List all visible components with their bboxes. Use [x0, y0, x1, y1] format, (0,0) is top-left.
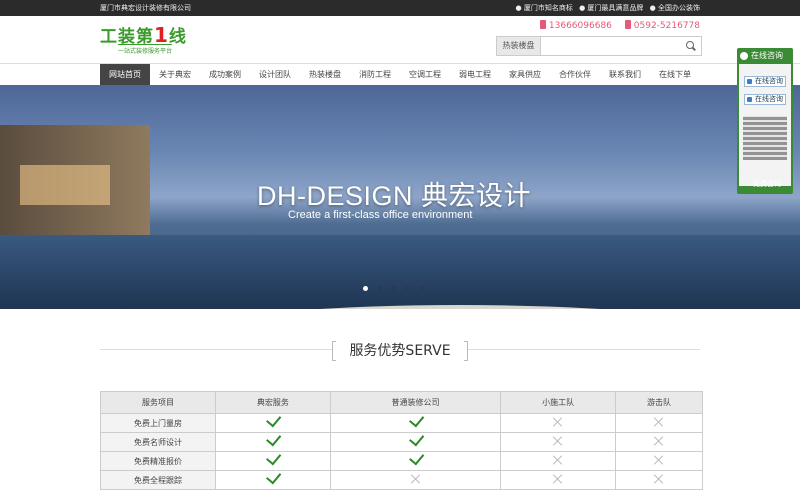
nav-item[interactable]: 网站首页 — [100, 64, 150, 86]
table-cell — [500, 413, 616, 433]
site-logo[interactable]: 工装第1线 一站式装修服务平台 — [100, 22, 210, 56]
table-cell — [215, 449, 331, 471]
check-icon — [409, 411, 425, 427]
search-icon[interactable] — [685, 40, 697, 52]
telephone-icon — [624, 20, 631, 29]
badge-brand: ● 厦门最具满意品牌 — [579, 4, 644, 12]
table-cell — [500, 470, 616, 490]
cross-icon — [553, 417, 563, 427]
banner-building-image — [0, 125, 150, 245]
badge-national: ● 全国办公装饰 — [649, 4, 700, 12]
slide-indicators — [363, 286, 433, 291]
check-icon — [266, 411, 282, 427]
nav-item[interactable]: 弱电工程 — [450, 64, 500, 86]
online-consult-panel: 在线咨询 在线咨询 在线咨询 免费咨询 — [737, 48, 793, 194]
nav-item[interactable]: 热装楼盘 — [300, 64, 350, 86]
search-input[interactable] — [542, 37, 682, 55]
check-icon — [266, 430, 282, 446]
nav-item[interactable]: 合作伙伴 — [550, 64, 600, 86]
qr-code-image — [743, 116, 787, 160]
table-cell — [615, 432, 703, 452]
nav-item[interactable]: 消防工程 — [350, 64, 400, 86]
table-header-cell: 小施工队 — [500, 391, 616, 414]
consult-header: 在线咨询 — [737, 48, 793, 64]
hot-projects-tab[interactable]: 热装楼盘 — [497, 37, 541, 55]
table-cell — [329, 430, 502, 452]
nav-item[interactable]: 家具供应 — [500, 64, 550, 86]
tel-phone: 0592-5216778 — [624, 20, 700, 31]
check-icon — [266, 468, 282, 484]
slide-dot[interactable] — [405, 286, 410, 291]
table-row: 免费名师设计 — [100, 430, 703, 452]
check-icon — [266, 449, 282, 465]
table-cell — [215, 430, 331, 452]
service-item-label: 免费名师设计 — [100, 432, 216, 452]
banner-title: DH-DESIGN 典宏设计 — [257, 181, 532, 211]
nav-item[interactable]: 设计团队 — [250, 64, 300, 86]
table-cell — [500, 451, 616, 471]
header: 工装第1线 一站式装修服务平台 13666096686 0592-5216778… — [0, 16, 800, 62]
table-header-cell: 服务项目 — [100, 391, 216, 414]
table-cell — [329, 411, 502, 433]
free-consult-link[interactable]: 免费咨询 — [739, 178, 791, 190]
mobile-icon — [539, 20, 546, 29]
table-cell — [215, 468, 331, 490]
table-header-cell: 典宏服务 — [215, 391, 331, 414]
main-nav: 网站首页 关于典宏 成功案例 设计团队 热装楼盘 消防工程 空调工程 弱电工程 家具供应 合作伙伴… — [0, 63, 800, 86]
slide-dot[interactable] — [391, 286, 396, 291]
service-item-label: 免费上门量房 — [100, 413, 216, 433]
contact-phones: 13666096686 0592-5216778 — [530, 20, 700, 31]
company-name: 厦门市典宏设计装修有限公司 — [100, 4, 191, 12]
table-cell — [329, 449, 502, 471]
nav-item[interactable]: 联系我们 — [600, 64, 650, 86]
slide-dot[interactable] — [363, 286, 368, 291]
qq-consult-button-2[interactable]: 在线咨询 — [744, 94, 786, 105]
cross-icon — [553, 455, 563, 465]
cross-icon — [654, 417, 664, 427]
service-item-label: 免费精准报价 — [100, 451, 216, 471]
section-title: 服务优势SERVE — [332, 340, 468, 361]
badge-trademark: ● 厦门市知名商标 — [515, 4, 573, 12]
table-cell — [500, 432, 616, 452]
check-icon — [409, 430, 425, 446]
top-badges: ● 厦门市知名商标 ● 厦门最具满意品牌 ● 全国办公装饰 — [512, 3, 701, 13]
table-row: 免费全程跟踪 — [100, 468, 703, 490]
table-row: 免费精准报价 — [100, 449, 703, 471]
qq-consult-button-1[interactable]: 在线咨询 — [744, 76, 786, 87]
table-cell — [615, 470, 703, 490]
nav-item[interactable]: 关于典宏 — [150, 64, 200, 86]
banner-sea-image — [0, 235, 800, 309]
slide-dot[interactable] — [377, 286, 382, 291]
table-row: 免费上门量房 — [100, 411, 703, 433]
search-box: 热装楼盘 — [496, 36, 702, 56]
consult-body: 在线咨询 在线咨询 — [739, 64, 791, 186]
table-cell — [215, 411, 331, 433]
service-item-label: 免费全程跟踪 — [100, 470, 216, 490]
logo-tagline: 一站式装修服务平台 — [118, 44, 173, 55]
table-cell — [615, 451, 703, 471]
hero-banner: DH-DESIGN 典宏设计 Create a first-class offi… — [0, 85, 800, 309]
service-compare-table: 服务项目 典宏服务 普通装修公司 小施工队 游击队 免费上门量房 免费名师设计 免费精准报价… — [100, 391, 703, 490]
cross-icon — [553, 436, 563, 446]
mobile-phone: 13666096686 — [539, 20, 612, 31]
slide-dot[interactable] — [419, 286, 424, 291]
check-icon — [409, 449, 425, 465]
table-cell — [615, 413, 703, 433]
table-header-cell: 普通装修公司 — [329, 391, 502, 414]
top-bar: 厦门市典宏设计装修有限公司 ● 厦门市知名商标 ● 厦门最具满意品牌 ● 全国办… — [0, 0, 800, 16]
cross-icon — [654, 436, 664, 446]
banner-subtitle: Create a first-class office environment — [288, 209, 473, 221]
nav-item[interactable]: 在线下单 — [650, 64, 700, 86]
table-cell — [329, 470, 502, 490]
nav-item[interactable]: 成功案例 — [200, 64, 250, 86]
table-header-cell: 游击队 — [615, 391, 703, 414]
cross-icon — [654, 455, 664, 465]
nav-item[interactable]: 空调工程 — [400, 64, 450, 86]
